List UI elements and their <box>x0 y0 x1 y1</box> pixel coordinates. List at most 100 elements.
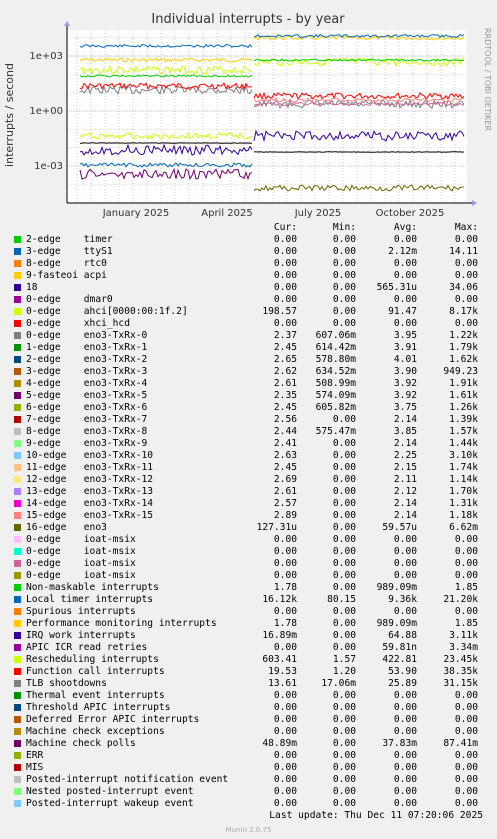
legend-label: 0-edge ahci[0000:00:1f.2] <box>26 306 188 318</box>
legend-swatch <box>14 644 21 651</box>
y-tick-label: 1e-03 <box>34 161 63 172</box>
legend-max: 0.00 <box>454 294 478 305</box>
irq-name: 9-fasteoi <box>26 270 78 281</box>
legend-max: 0.00 <box>454 798 478 809</box>
legend-min: 575.47m <box>315 426 356 437</box>
legend-label: 12-edge eno3-TxRx-12 <box>26 474 153 486</box>
legend-avg: 2.14 <box>393 510 417 521</box>
legend-min: 0.00 <box>332 462 356 473</box>
irq-name: 6-edge <box>26 402 61 413</box>
legend-avg: 0.00 <box>393 258 417 269</box>
legend-row: Machine check polls 48.89m 0.00 37.83m 87.41… <box>0 738 497 750</box>
irq-name: Deferred Error APIC interrupts <box>26 714 200 725</box>
legend-min: 0.00 <box>332 498 356 509</box>
x-tick-label: January 2025 <box>102 208 170 219</box>
irq-name: 14-edge <box>26 498 67 509</box>
legend-avg: 0.00 <box>393 726 417 737</box>
legend-row: Thermal event interrupts 0.00 0.00 0.00 0.00 <box>0 690 497 702</box>
legend-row: Function call interrupts 19.53 1.20 53.90 38… <box>0 666 497 678</box>
device-name: ioat-msix <box>83 546 136 557</box>
col-avg: Avg: <box>393 222 417 233</box>
legend-max: 0.00 <box>454 726 478 737</box>
legend-swatch <box>14 632 21 639</box>
legend-label: 10-edge eno3-TxRx-10 <box>26 450 153 462</box>
last-update: Last update: Thu Dec 11 07:20:06 2025 <box>269 810 483 821</box>
legend-label: Rescheduling interrupts <box>26 654 159 666</box>
legend-row: Local timer interrupts 16.12k 80.15 9.36k 21… <box>0 594 497 606</box>
irq-name: 9-edge <box>26 438 61 449</box>
legend-label: Thermal event interrupts <box>26 690 165 702</box>
legend-label: ERR <box>26 750 43 762</box>
legend-avg: 37.83m <box>382 738 417 749</box>
legend-swatch <box>14 356 21 363</box>
legend-min: 607.06m <box>315 330 356 341</box>
legend-row: 11-edge eno3-TxRx-11 2.45 0.00 2.15 1.74k <box>0 462 497 474</box>
legend-row: Deferred Error APIC interrupts 0.00 0.00 0.… <box>0 714 497 726</box>
device-name: eno3-TxRx-10 <box>83 450 154 461</box>
legend-row: 3-edge eno3-TxRx-3 2.62 634.52m 3.90 949.23 <box>0 366 497 378</box>
legend-max: 1.14k <box>449 474 478 485</box>
irq-name: 5-edge <box>26 390 61 401</box>
irq-name: MIS <box>26 762 44 773</box>
legend-swatch <box>14 728 21 735</box>
legend-avg: 0.00 <box>393 774 417 785</box>
legend-max: 1.57k <box>449 426 478 437</box>
legend-max: 0.00 <box>454 690 478 701</box>
irq-name: 10-edge <box>26 450 67 461</box>
legend-min: 578.80m <box>315 354 356 365</box>
legend-min: 0.00 <box>332 726 356 737</box>
irq-name: 2-edge <box>26 354 61 365</box>
legend-row: 12-edge eno3-TxRx-12 2.69 0.00 2.11 1.14k <box>0 474 497 486</box>
legend-avg: 3.75 <box>393 402 417 413</box>
legend-avg: 0.00 <box>393 798 417 809</box>
legend-row: 0-edge ioat-msix 0.00 0.00 0.00 0.00 <box>0 546 497 558</box>
legend-min: 0.00 <box>332 546 356 557</box>
irq-name: 8-edge <box>26 426 61 437</box>
legend-row: 2-edge eno3-TxRx-2 2.65 578.80m 4.01 1.62k <box>0 354 497 366</box>
legend-row: 15-edge eno3-TxRx-15 2.89 0.00 2.14 1.18k <box>0 510 497 522</box>
legend-max: 0.00 <box>454 762 478 773</box>
legend-swatch <box>14 692 21 699</box>
legend-avg: 0.00 <box>393 546 417 557</box>
legend-min: 0.00 <box>332 534 356 545</box>
legend-avg: 0.00 <box>393 714 417 725</box>
irq-name: 18 <box>26 282 38 293</box>
legend-row: 10-edge eno3-TxRx-10 2.63 0.00 2.25 3.10k <box>0 450 497 462</box>
legend-swatch <box>14 716 21 723</box>
legend-min: 0.00 <box>332 558 356 569</box>
legend-max: 0.00 <box>454 258 478 269</box>
legend-max: 87.41m <box>443 738 478 749</box>
legend-min: 0.00 <box>332 714 356 725</box>
legend-avg: 0.00 <box>393 270 417 281</box>
legend-swatch <box>14 668 21 675</box>
legend-header: Cur: Min: Avg: Max: <box>0 222 497 234</box>
legend-min: 0.00 <box>332 282 356 293</box>
legend-label: Performance monitoring interrupts <box>26 618 217 630</box>
legend-max: 1.70k <box>449 486 478 497</box>
device-name: eno3-TxRx-9 <box>83 438 148 449</box>
device-name: ttyS1 <box>83 246 113 257</box>
legend-label: 7-edge eno3-TxRx-7 <box>26 414 147 426</box>
irq-name: 15-edge <box>26 510 67 521</box>
legend-row: APIC ICR read retries 0.00 0.00 59.81n 3.34m <box>0 642 497 654</box>
legend-swatch <box>14 428 21 435</box>
legend-min: 0.00 <box>332 702 356 713</box>
legend-label: Threshold APIC interrupts <box>26 702 170 714</box>
legend-swatch <box>14 464 21 471</box>
legend-row: 13-edge eno3-TxRx-13 2.61 0.00 2.12 1.70k <box>0 486 497 498</box>
legend-max: 0.00 <box>454 318 478 329</box>
legend-row: 2-edge timer 0.00 0.00 0.00 0.00 <box>0 234 497 246</box>
legend-swatch <box>14 752 21 759</box>
legend-row: 9-edge eno3-TxRx-9 2.41 0.00 2.14 1.44k <box>0 438 497 450</box>
legend-label: Posted-interrupt notification event <box>26 774 228 786</box>
legend-swatch <box>14 380 21 387</box>
legend-row: 4-edge eno3-TxRx-4 2.61 508.99m 3.92 1.91k <box>0 378 497 390</box>
legend-avg: 0.00 <box>393 786 417 797</box>
irq-name: Threshold APIC interrupts <box>26 702 171 713</box>
legend-min: 0.00 <box>332 738 356 749</box>
legend-avg: 64.88 <box>388 630 417 641</box>
device-name: eno3-TxRx-4 <box>83 378 148 389</box>
legend-avg: 989.09m <box>376 618 417 629</box>
legend-min: 0.00 <box>332 762 356 773</box>
legend-swatch <box>14 536 21 543</box>
